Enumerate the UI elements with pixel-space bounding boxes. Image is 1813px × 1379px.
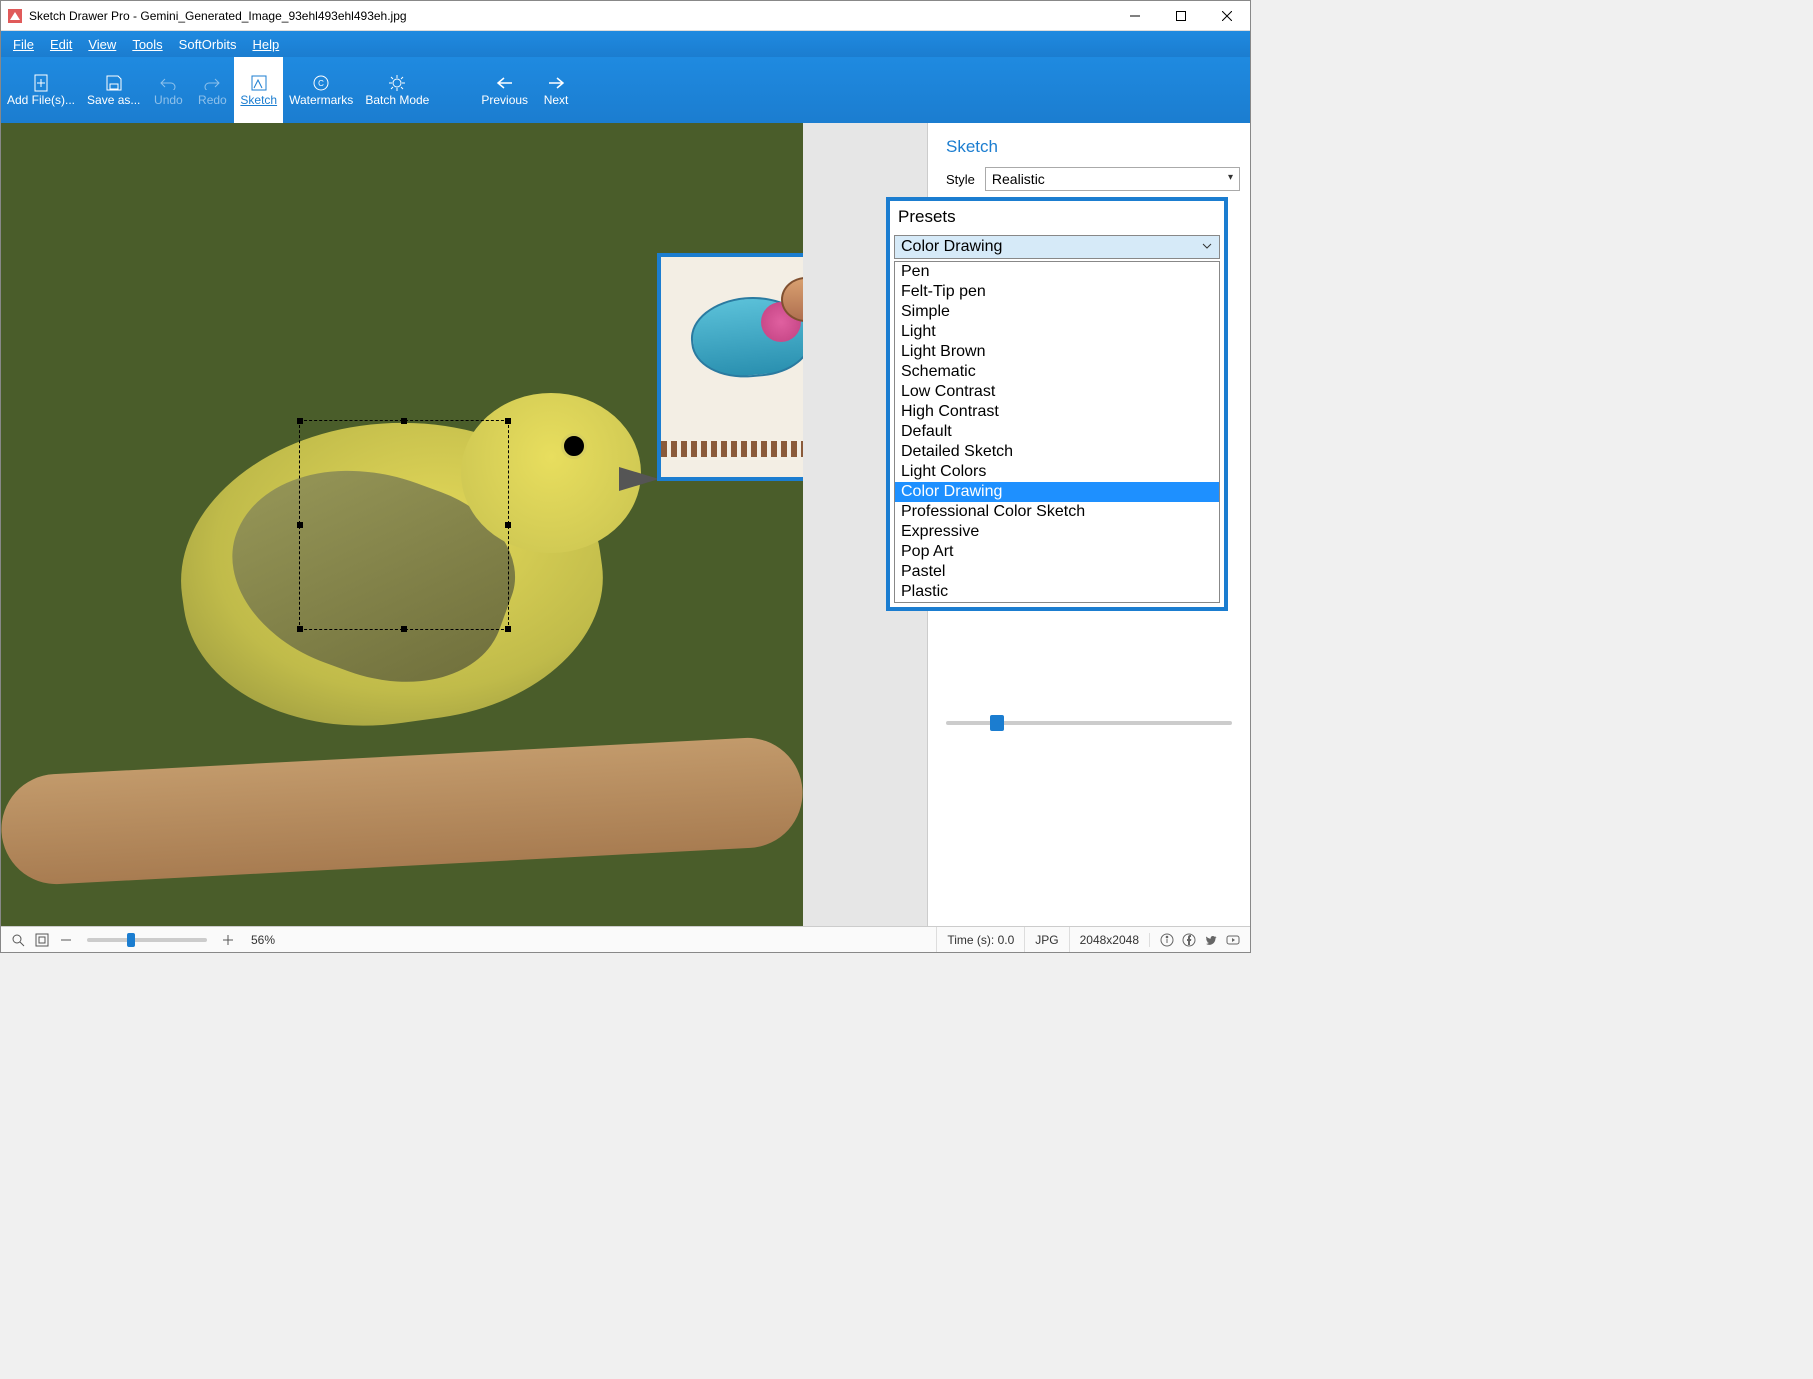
facebook-icon[interactable] xyxy=(1182,933,1196,947)
undo-icon xyxy=(159,76,177,90)
menu-softorbits[interactable]: SoftOrbits xyxy=(171,35,245,54)
panel-title: Sketch xyxy=(928,123,1250,167)
arrow-left-icon xyxy=(496,76,514,90)
chevron-down-icon xyxy=(1201,240,1213,252)
batch-mode-button[interactable]: Batch Mode xyxy=(359,57,435,123)
preset-item[interactable]: High Contrast xyxy=(895,402,1219,422)
redo-icon xyxy=(203,76,221,90)
menu-edit[interactable]: Edit xyxy=(42,35,80,54)
window-title: Sketch Drawer Pro - Gemini_Generated_Ima… xyxy=(29,9,1112,23)
save-icon xyxy=(105,74,123,92)
social-icons xyxy=(1149,933,1250,947)
gear-icon xyxy=(388,74,406,92)
zoom-slider[interactable] xyxy=(87,938,207,942)
menu-view[interactable]: View xyxy=(80,35,124,54)
app-window: Sketch Drawer Pro - Gemini_Generated_Ima… xyxy=(0,0,1251,953)
arrow-right-icon xyxy=(547,76,565,90)
preset-item[interactable]: Detailed Sketch xyxy=(895,442,1219,462)
presets-select[interactable]: Color Drawing xyxy=(894,235,1220,259)
image-bird-beak xyxy=(619,467,659,491)
style-label: Style xyxy=(946,172,975,187)
maximize-button[interactable] xyxy=(1158,1,1204,31)
selection-handle-nw[interactable] xyxy=(297,418,303,424)
close-button[interactable] xyxy=(1204,1,1250,31)
main-area: Sketch Style Realistic Presets Color Dra… xyxy=(1,123,1250,926)
menu-file[interactable]: File xyxy=(5,35,42,54)
selection-handle-se[interactable] xyxy=(505,626,511,632)
preset-item[interactable]: Expressive xyxy=(895,522,1219,542)
preset-item[interactable]: Plastic xyxy=(895,582,1219,602)
style-select[interactable]: Realistic xyxy=(985,167,1240,191)
preset-item[interactable]: Felt-Tip pen xyxy=(895,282,1219,302)
preset-item[interactable]: Pop Art xyxy=(895,542,1219,562)
panel-slider-thumb[interactable] xyxy=(990,715,1004,731)
sketch-icon xyxy=(250,74,268,92)
svg-text:C: C xyxy=(318,79,324,88)
app-icon xyxy=(7,8,23,24)
menu-help[interactable]: Help xyxy=(244,35,287,54)
zoom-in-button[interactable] xyxy=(219,931,237,949)
preset-item[interactable]: Schematic xyxy=(895,362,1219,382)
watermarks-button[interactable]: C Watermarks xyxy=(283,57,359,123)
save-as-button[interactable]: Save as... xyxy=(81,57,146,123)
statusbar: 56% Time (s): 0.0 JPG 2048x2048 xyxy=(1,926,1250,952)
style-row: Style Realistic xyxy=(928,167,1250,201)
image-bird-eye xyxy=(561,433,587,459)
zoom-slider-thumb[interactable] xyxy=(127,933,135,947)
preset-item[interactable]: Light Brown xyxy=(895,342,1219,362)
twitter-icon[interactable] xyxy=(1204,933,1218,947)
preset-item[interactable]: Professional Color Sketch xyxy=(895,502,1219,522)
status-time: Time (s): 0.0 xyxy=(936,927,1024,952)
selection-handle-n[interactable] xyxy=(401,418,407,424)
info-icon[interactable] xyxy=(1160,933,1174,947)
menubar: File Edit View Tools SoftOrbits Help xyxy=(1,31,1250,57)
zoom-value: 56% xyxy=(251,933,275,947)
preset-item[interactable]: Light Colors xyxy=(895,462,1219,482)
presets-list: Pen Felt-Tip pen Simple Light Light Brow… xyxy=(894,261,1220,603)
undo-button[interactable]: Undo xyxy=(146,57,190,123)
zoom-actual-button[interactable] xyxy=(9,931,27,949)
selection-handle-w[interactable] xyxy=(297,522,303,528)
selection-handle-s[interactable] xyxy=(401,626,407,632)
toolbar: Add File(s)... Save as... Undo Redo Sket… xyxy=(1,57,1250,123)
add-file-icon xyxy=(32,74,50,92)
watermark-icon: C xyxy=(312,74,330,92)
status-dimensions: 2048x2048 xyxy=(1069,927,1149,952)
canvas-image[interactable] xyxy=(1,123,803,926)
redo-button[interactable]: Redo xyxy=(190,57,234,123)
minimize-button[interactable] xyxy=(1112,1,1158,31)
preset-item[interactable]: Simple xyxy=(895,302,1219,322)
selection-handle-ne[interactable] xyxy=(505,418,511,424)
preset-item[interactable]: Pastel xyxy=(895,562,1219,582)
preset-item[interactable]: Color Drawing xyxy=(895,482,1219,502)
preview-branch xyxy=(661,441,803,457)
selection-handle-e[interactable] xyxy=(505,522,511,528)
preset-item[interactable]: Default xyxy=(895,422,1219,442)
sketch-preview-popup[interactable] xyxy=(657,253,803,481)
next-button[interactable]: Next xyxy=(534,57,578,123)
zoom-out-button[interactable] xyxy=(57,931,75,949)
titlebar: Sketch Drawer Pro - Gemini_Generated_Ima… xyxy=(1,1,1250,31)
canvas-pane xyxy=(1,123,927,926)
selection-handle-sw[interactable] xyxy=(297,626,303,632)
add-files-button[interactable]: Add File(s)... xyxy=(1,57,81,123)
preset-item[interactable]: Light xyxy=(895,322,1219,342)
presets-title: Presets xyxy=(890,201,1224,235)
preset-item[interactable]: Low Contrast xyxy=(895,382,1219,402)
window-controls xyxy=(1112,1,1250,31)
side-panel: Sketch Style Realistic Presets Color Dra… xyxy=(927,123,1250,926)
presets-dropdown: Presets Color Drawing Pen Felt-Tip pen S… xyxy=(886,197,1228,611)
preset-item[interactable]: Pen xyxy=(895,262,1219,282)
previous-button[interactable]: Previous xyxy=(475,57,534,123)
zoom-fit-button[interactable] xyxy=(33,931,51,949)
selection-rectangle[interactable] xyxy=(299,420,509,630)
image-branch xyxy=(1,735,803,887)
sketch-button[interactable]: Sketch xyxy=(234,57,283,123)
menu-tools[interactable]: Tools xyxy=(124,35,170,54)
youtube-icon[interactable] xyxy=(1226,933,1240,947)
status-format: JPG xyxy=(1024,927,1068,952)
